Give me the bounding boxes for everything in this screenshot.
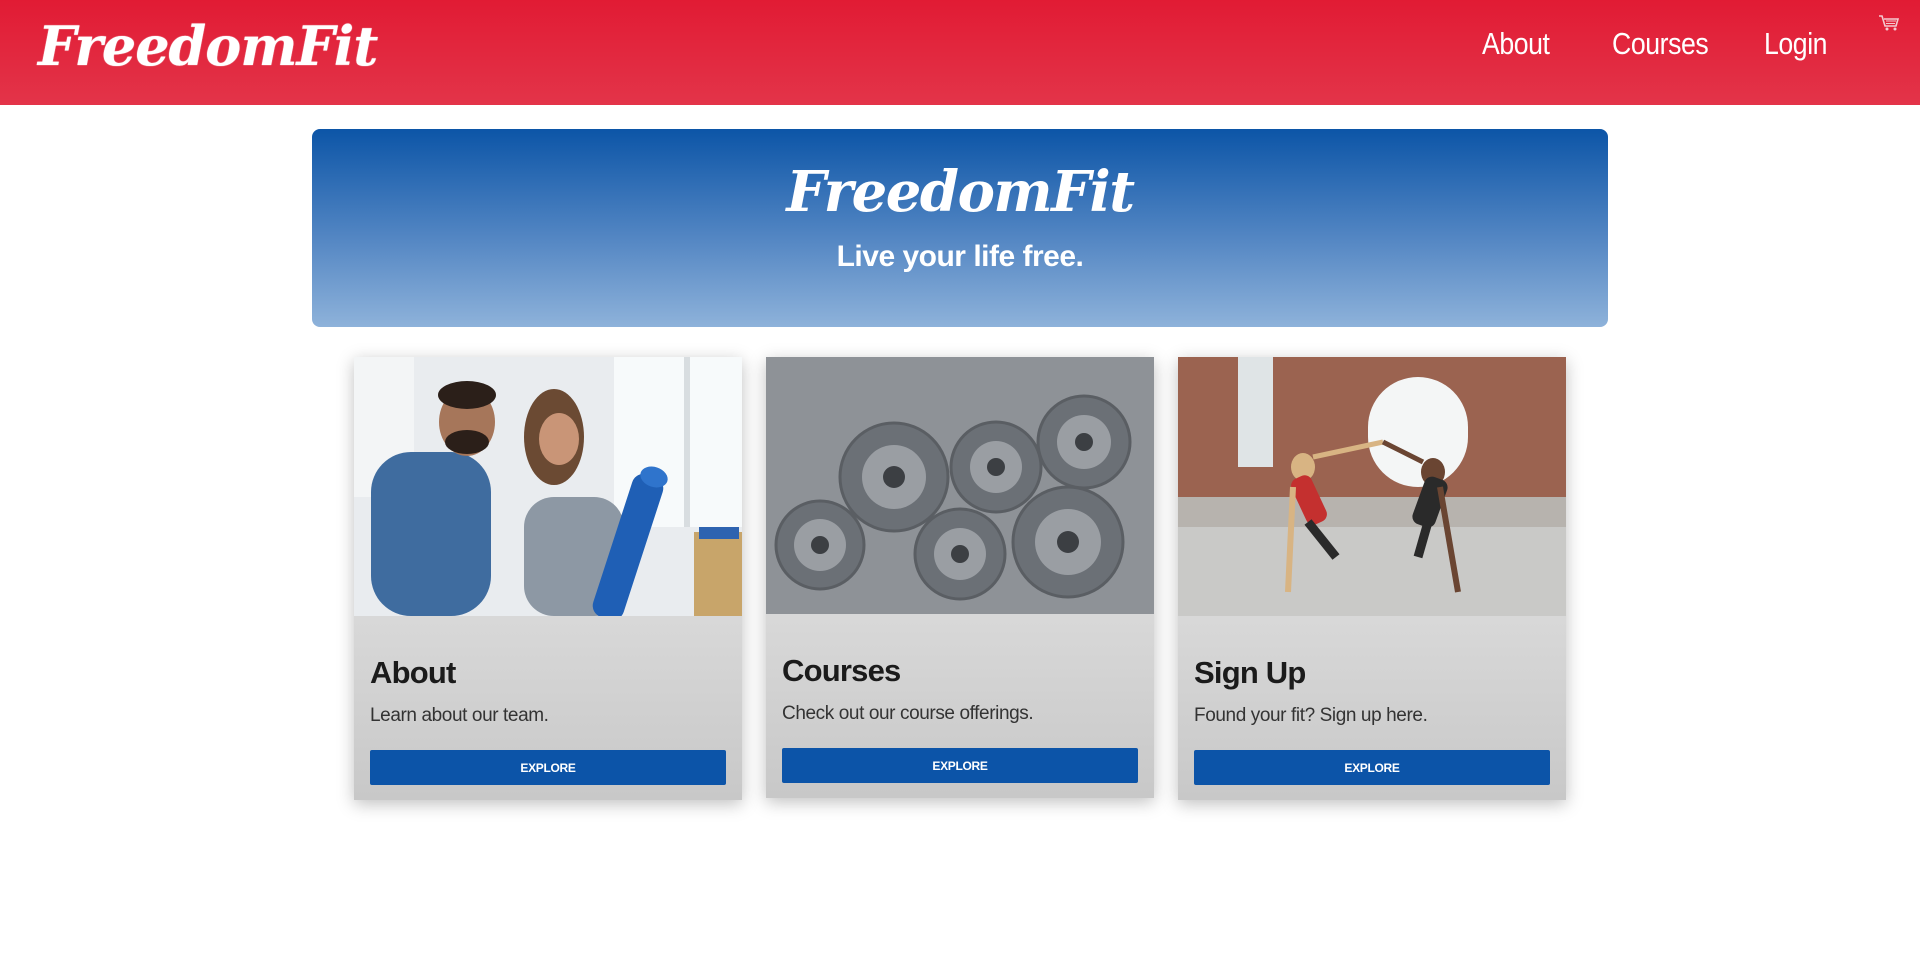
navbar: FreedomFit About Courses Login [0, 0, 1920, 105]
card-text: Found your fit? Sign up here. [1194, 705, 1428, 726]
nav-links: About Courses Login [1482, 26, 1854, 62]
card-title: Courses [782, 653, 901, 688]
nav-link-courses[interactable]: Courses [1612, 26, 1715, 62]
card-about: About Learn about our team. EXPLORE [354, 357, 742, 800]
cart-icon[interactable] [1878, 14, 1900, 32]
card-image-weights [766, 357, 1154, 614]
card-image-training [1178, 357, 1566, 616]
explore-button[interactable]: EXPLORE [370, 750, 726, 785]
card-title: About [370, 655, 456, 690]
hero-title: FreedomFit [786, 159, 1135, 225]
explore-button[interactable]: EXPLORE [1194, 750, 1550, 785]
hero-tagline: Live your life free. [836, 240, 1084, 273]
brand-logo[interactable]: FreedomFit [38, 14, 378, 78]
card-sign-up: Sign Up Found your fit? Sign up here. EX… [1178, 357, 1566, 800]
card-courses: Courses Check out our course offerings. … [766, 357, 1154, 798]
explore-button[interactable]: EXPLORE [782, 748, 1138, 783]
card-text: Learn about our team. [370, 705, 549, 726]
card-text: Check out our course offerings. [782, 703, 1034, 724]
nav-link-login[interactable]: Login [1764, 26, 1841, 62]
card-title: Sign Up [1194, 655, 1306, 690]
nav-link-about[interactable]: About [1482, 26, 1566, 62]
hero-banner: FreedomFit Live your life free. [312, 129, 1608, 327]
card-image-team [354, 357, 742, 616]
